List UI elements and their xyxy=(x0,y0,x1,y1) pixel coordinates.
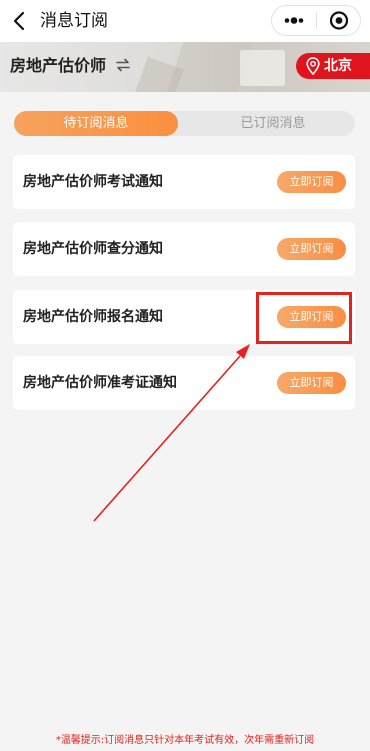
notice-title: 房地产估价师查分通知 xyxy=(23,241,163,257)
list-item: 房地产估价师查分通知 立即订阅 xyxy=(13,222,355,276)
back-button[interactable] xyxy=(6,6,36,36)
subscribe-button[interactable]: 立即订阅 xyxy=(277,171,346,193)
swap-arrows-icon[interactable] xyxy=(114,56,132,74)
banner-background-decoration xyxy=(240,50,285,86)
chevron-left-icon xyxy=(13,11,25,31)
list-item: 房地产估价师考试通知 立即订阅 xyxy=(13,155,355,209)
location-pin-icon xyxy=(306,57,320,75)
nav-bar: 消息订阅 xyxy=(0,0,370,42)
notice-title: 房地产估价师报名通知 xyxy=(23,309,163,325)
subscribe-button[interactable]: 立即订阅 xyxy=(277,238,346,260)
city-selector-button[interactable]: 北京 xyxy=(296,53,370,79)
target-close-icon xyxy=(329,11,349,30)
notice-title: 房地产估价师准考证通知 xyxy=(23,375,177,391)
subscription-tabs: 待订阅消息 已订阅消息 xyxy=(14,111,355,136)
list-item: 房地产估价师准考证通知 立即订阅 xyxy=(13,356,355,410)
page-title: 消息订阅 xyxy=(40,11,108,31)
tab-pending[interactable]: 待订阅消息 xyxy=(14,111,178,136)
exam-name[interactable]: 房地产估价师 xyxy=(10,55,106,77)
annotation-highlight-box xyxy=(256,292,352,344)
more-dots-icon xyxy=(284,17,304,24)
subscribe-button[interactable]: 立即订阅 xyxy=(277,372,346,394)
notice-title: 房地产估价师考试通知 xyxy=(23,174,163,190)
footer-tip: *温馨提示:订阅消息只针对本年考试有效，次年需重新订阅 xyxy=(55,735,315,746)
city-label: 北京 xyxy=(324,58,352,74)
more-button[interactable] xyxy=(272,6,316,35)
tab-subscribed[interactable]: 已订阅消息 xyxy=(191,111,355,136)
close-button[interactable] xyxy=(317,6,361,35)
exam-banner: 房地产估价师 北京 xyxy=(0,42,370,92)
mini-program-capsule xyxy=(271,5,361,36)
